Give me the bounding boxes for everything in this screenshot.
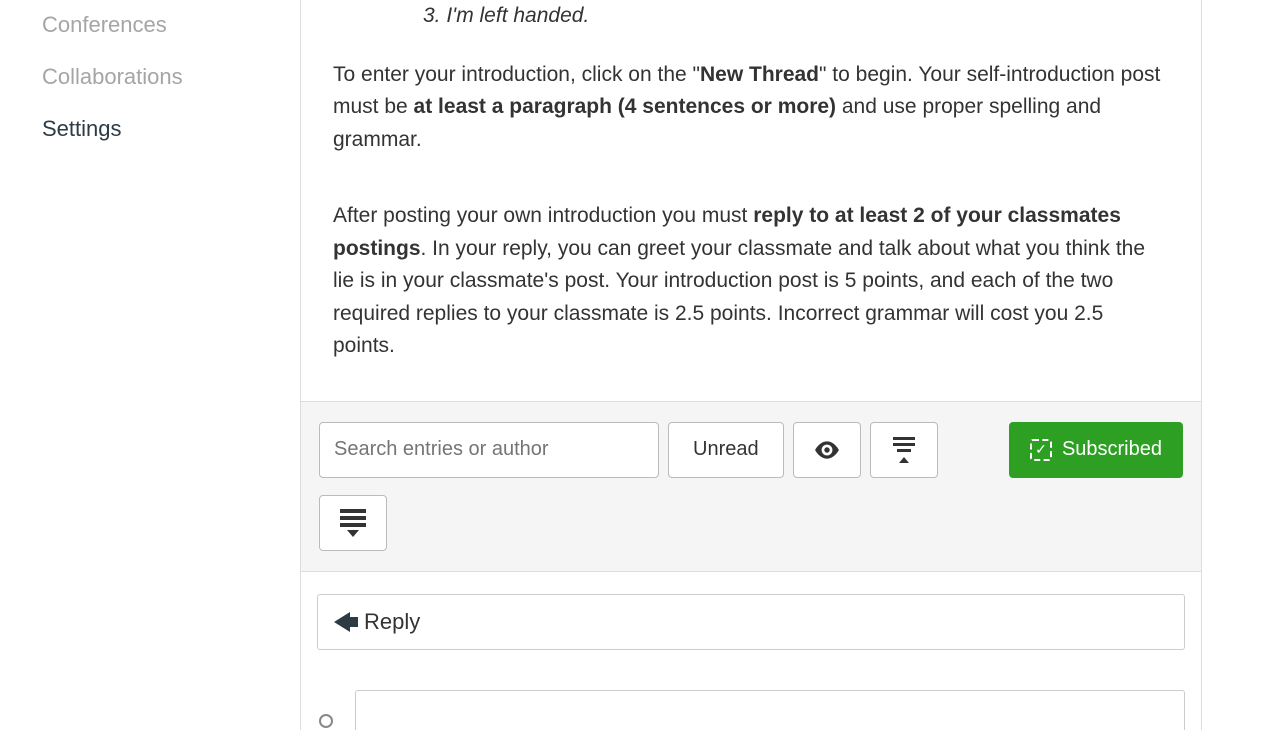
reply-label: Reply [364,609,420,635]
prompt-list-item-3: 3. I'm left handed. [423,0,1169,51]
discussion-toolbar: Unread ✓ Subscribed [301,401,1201,572]
prompt-paragraph-1: To enter your introduction, click on the… [333,51,1169,169]
thread-post-box[interactable] [355,690,1185,730]
check-icon: ✓ [1030,439,1052,461]
eye-icon [814,441,840,459]
collapse-icon [893,437,915,463]
search-input[interactable] [319,422,659,478]
course-nav-sidebar: Conferences Collaborations Settings [0,0,300,730]
discussion-prompt: 3. I'm left handed. To enter your introd… [301,0,1201,401]
collapse-replies-button[interactable] [870,422,938,478]
prompt-paragraph-2: After posting your own introduction you … [333,168,1169,375]
subscribed-button[interactable]: ✓ Subscribed [1009,422,1183,478]
reply-arrow-icon [334,612,350,632]
sidebar-item-settings[interactable]: Settings [42,104,300,156]
main-content: 3. I'm left handed. To enter your introd… [300,0,1202,730]
sidebar-item-collaborations[interactable]: Collaborations [42,52,300,104]
reply-section: Reply [301,572,1201,672]
subscribed-label: Subscribed [1062,438,1162,461]
thread-entry [301,672,1201,730]
unread-button[interactable]: Unread [668,422,784,478]
unread-indicator-icon[interactable] [319,714,333,728]
view-toggle-button[interactable] [793,422,861,478]
reply-button[interactable]: Reply [317,594,1185,650]
expand-replies-button[interactable] [319,495,387,551]
expand-icon [340,509,366,537]
sidebar-item-conferences[interactable]: Conferences [42,0,300,52]
